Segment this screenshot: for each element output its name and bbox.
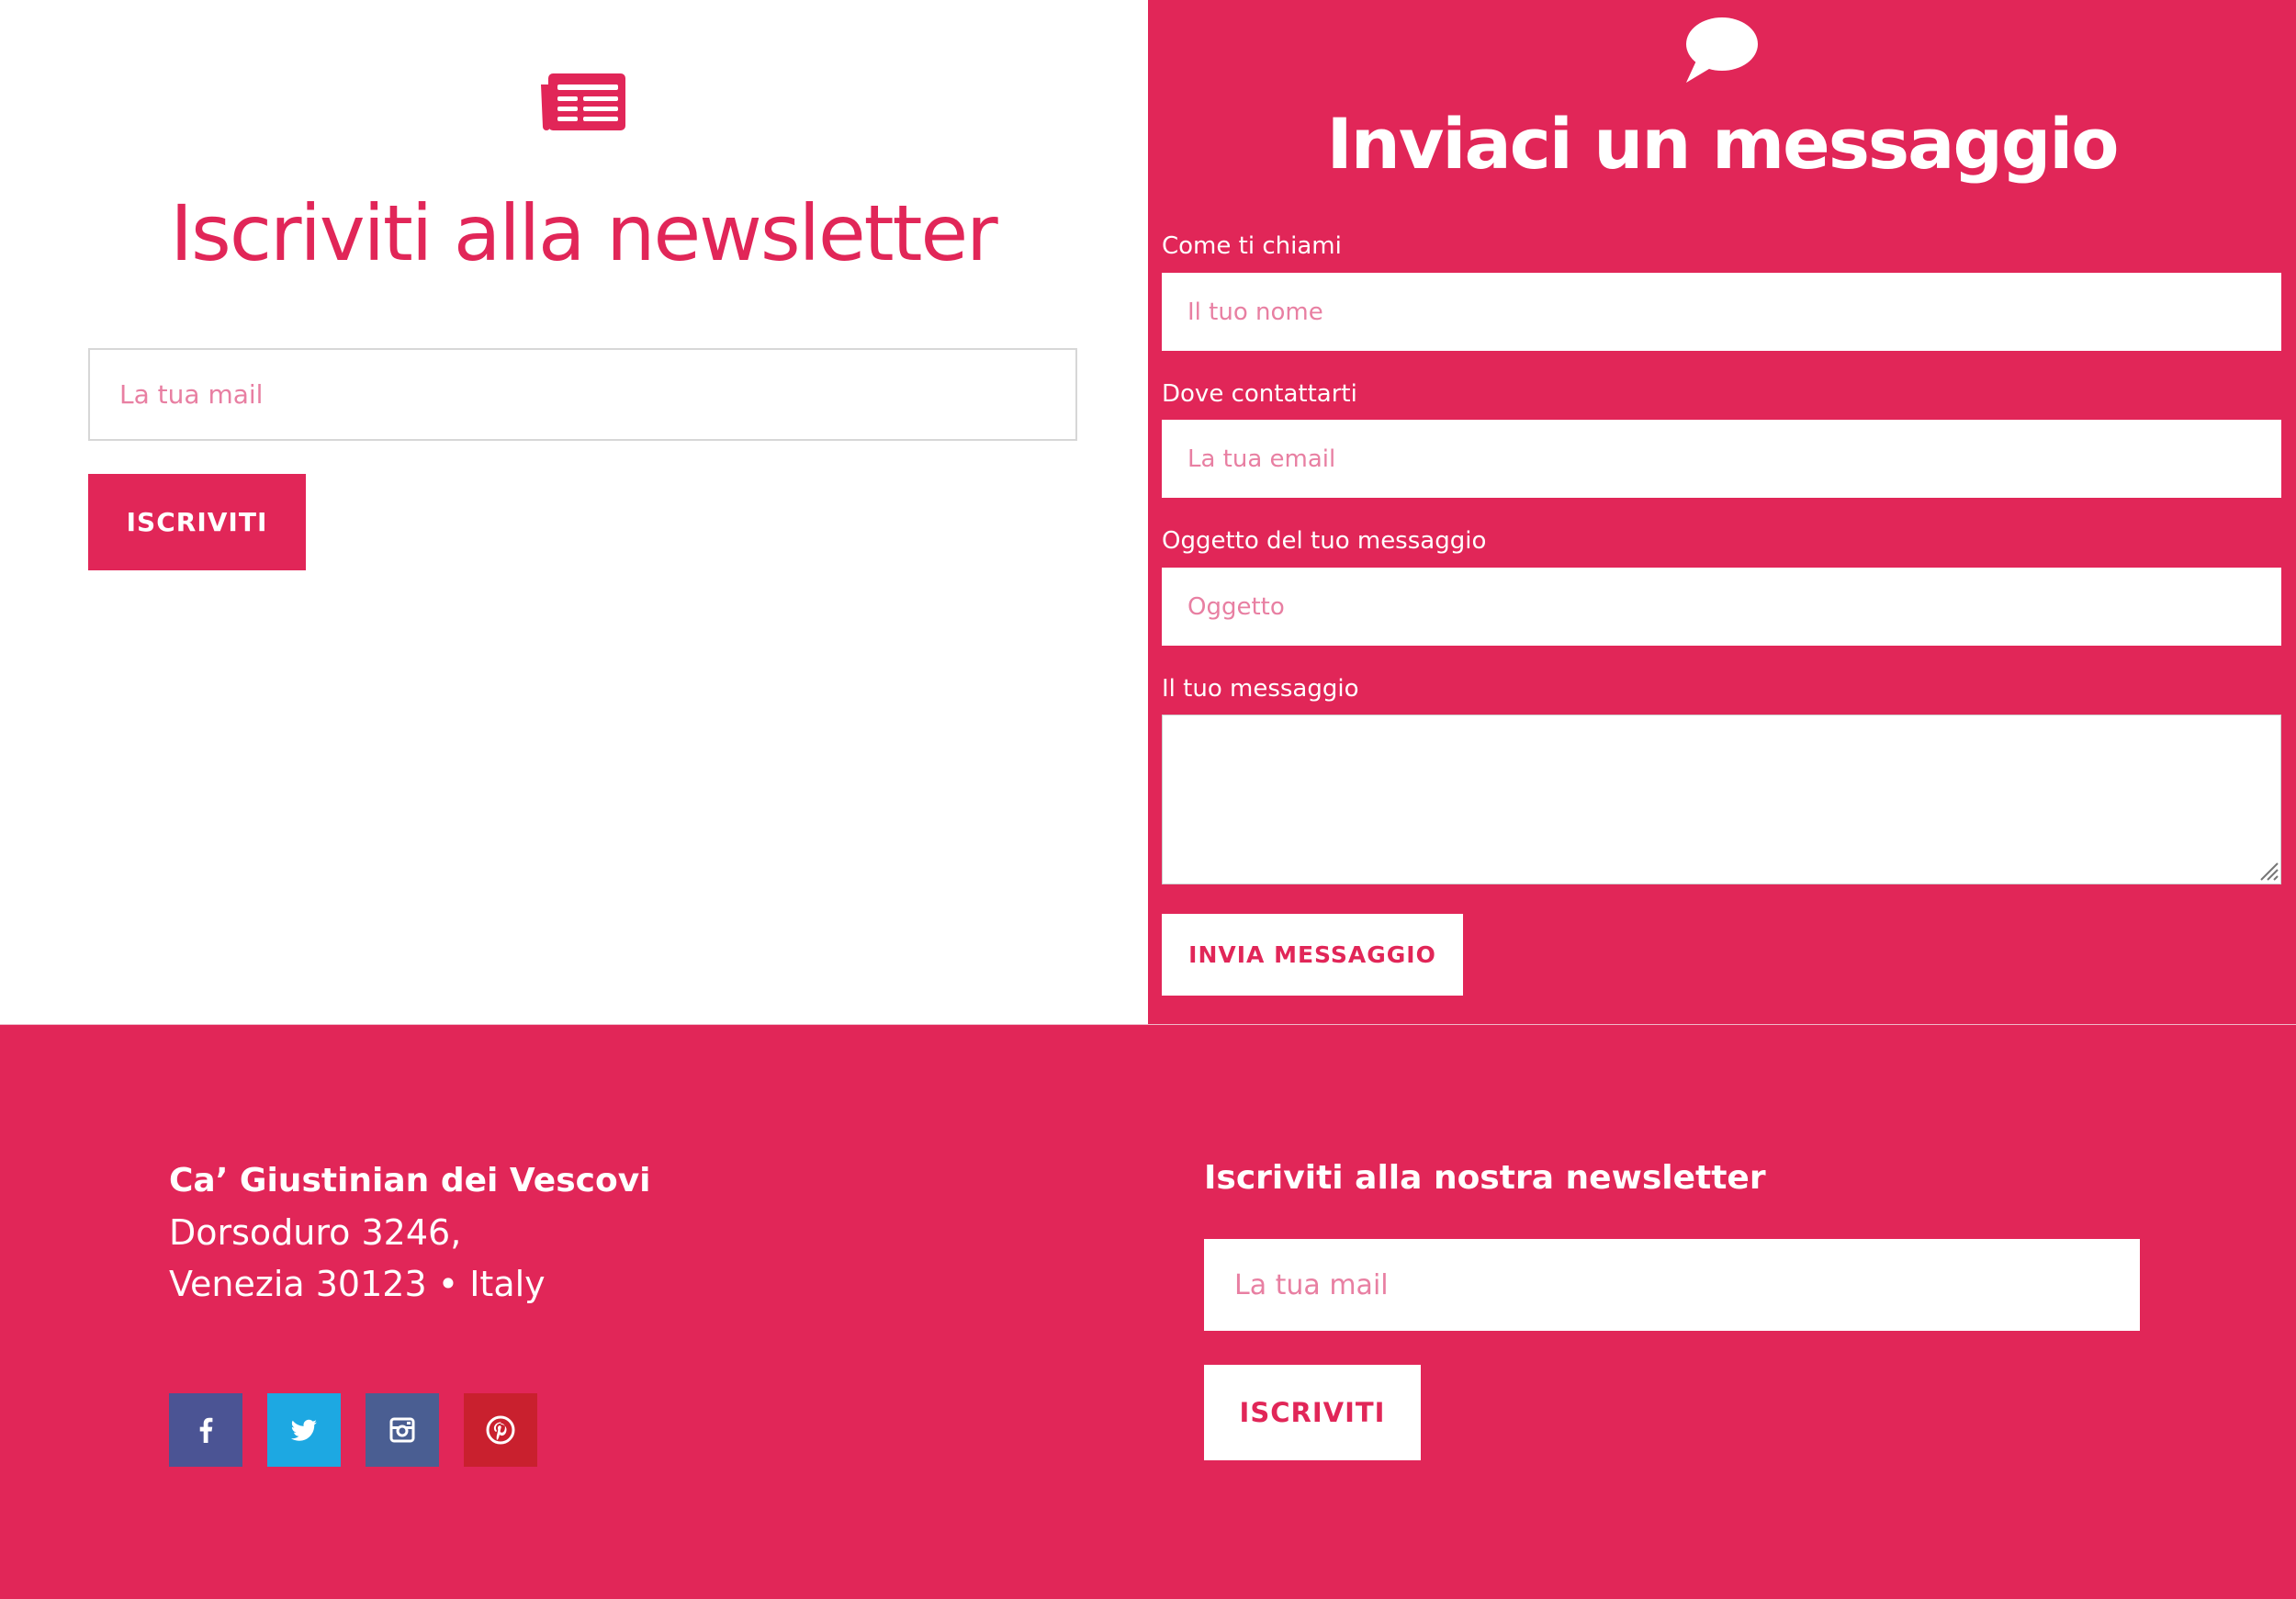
- instagram-icon: [389, 1417, 415, 1443]
- newsletter-title: Iscriviti alla newsletter: [170, 188, 997, 278]
- facebook-icon: [199, 1417, 213, 1443]
- message-textarea[interactable]: [1162, 715, 2281, 884]
- pinterest-link[interactable]: [464, 1393, 537, 1467]
- newspaper-icon: [541, 73, 625, 130]
- address-name: Ca’ Giustinian dei Vescovi: [169, 1162, 651, 1199]
- footer-newsletter-title: Iscriviti alla nostra newsletter: [1204, 1159, 1766, 1197]
- address-line-2: Venezia 30123 • Italy: [169, 1264, 546, 1304]
- twitter-icon: [290, 1419, 317, 1441]
- resize-grip-icon[interactable]: [2256, 858, 2279, 882]
- name-input[interactable]: [1162, 273, 2281, 351]
- contact-title: Inviaci un messaggio: [1326, 103, 2119, 185]
- subject-label: Oggetto del tuo messaggio: [1162, 527, 1487, 555]
- address-line-1: Dorsoduro 3246,: [169, 1212, 462, 1253]
- instagram-link[interactable]: [366, 1393, 439, 1467]
- twitter-link[interactable]: [267, 1393, 341, 1467]
- message-label: Il tuo messaggio: [1162, 675, 1359, 703]
- pinterest-icon: [486, 1415, 515, 1445]
- newsletter-subscribe-button[interactable]: ISCRIVITI: [88, 474, 306, 570]
- name-label: Come ti chiami: [1162, 232, 1342, 260]
- newsletter-email-input[interactable]: [88, 348, 1077, 441]
- footer-newsletter-email-input[interactable]: [1204, 1239, 2140, 1331]
- send-message-button[interactable]: INVIA MESSAGGIO: [1162, 914, 1463, 996]
- speech-bubble-icon: [1686, 17, 1758, 83]
- subject-input[interactable]: [1162, 568, 2281, 646]
- footer-subscribe-button[interactable]: ISCRIVITI: [1204, 1365, 1421, 1460]
- email-input[interactable]: [1162, 420, 2281, 498]
- facebook-link[interactable]: [169, 1393, 242, 1467]
- email-label: Dove contattarti: [1162, 380, 1357, 408]
